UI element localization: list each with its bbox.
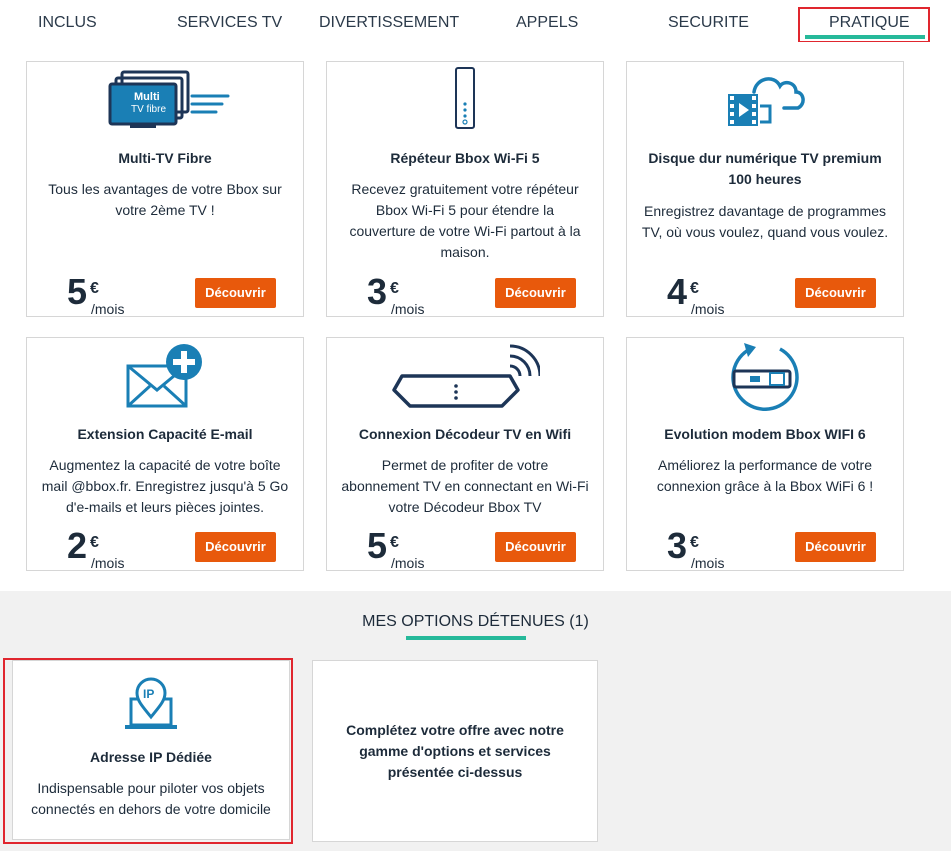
tab-securite[interactable]: SECURITE <box>668 14 749 32</box>
price-amount: 3 <box>667 525 688 566</box>
discover-button[interactable]: Découvrir <box>495 278 576 308</box>
section-title-underline <box>406 636 526 640</box>
option-price: 5 € /mois <box>67 271 124 318</box>
discover-button[interactable]: Découvrir <box>795 532 876 562</box>
option-description: Tous les avantages de votre Bbox sur vot… <box>48 181 282 218</box>
price-amount: 3 <box>367 271 388 312</box>
option-description: Recevez gratuitement votre répéteur Bbox… <box>349 181 581 260</box>
option-description: Permet de profiter de votre abonnement T… <box>341 457 589 515</box>
cloud-video-icon <box>627 66 903 134</box>
option-title: Connexion Décodeur TV en Wifi <box>358 426 572 442</box>
discover-button[interactable]: Découvrir <box>795 278 876 308</box>
option-title: Multi-TV Fibre <box>118 150 212 166</box>
discover-button[interactable]: Découvrir <box>495 532 576 562</box>
tab-services-tv[interactable]: SERVICES TV <box>177 14 282 32</box>
tab-divertissement[interactable]: DIVERTISSEMENT <box>319 14 459 32</box>
option-card-email: Extension Capacité E-mail Augmentez la c… <box>26 337 304 571</box>
option-description: Augmentez la capacité de votre boîte mai… <box>41 457 289 515</box>
promo-text: Complétez votre offre avec notre gamme d… <box>346 722 564 780</box>
svg-text:TV fibre: TV fibre <box>131 104 166 115</box>
promo-card: Complétez votre offre avec notre gamme d… <box>312 660 598 842</box>
price-period: /mois <box>391 555 425 571</box>
option-price: 2 € /mois <box>67 525 124 572</box>
option-price: 5 € /mois <box>367 525 424 572</box>
active-tab-highlight <box>798 7 930 43</box>
options-grid: Multi TV fibre Multi-TV Fibre Tous les a… <box>0 42 951 591</box>
price-amount: 5 <box>367 525 388 566</box>
option-card-decoder-wifi: Connexion Décodeur TV en Wifi Permet de … <box>326 337 604 571</box>
option-card-disque-dur: Disque dur numérique TV premium 100 heur… <box>626 61 904 317</box>
discover-button[interactable]: Découvrir <box>195 278 276 308</box>
price-amount: 4 <box>667 271 688 312</box>
option-card-modem-wifi6: Evolution modem Bbox WIFI 6 Améliorez la… <box>626 337 904 571</box>
price-period: /mois <box>91 555 125 571</box>
price-amount: 5 <box>67 271 88 312</box>
option-price: 3 € /mois <box>667 525 724 572</box>
price-amount: 2 <box>67 525 88 566</box>
modem-upgrade-icon <box>627 342 903 411</box>
option-title: Disque dur numérique TV premium 100 heur… <box>648 150 882 187</box>
owned-options-title: MES OPTIONS DÉTENUES (1) <box>362 613 589 630</box>
discover-button[interactable]: Découvrir <box>195 532 276 562</box>
wifi-repeater-icon <box>327 66 603 134</box>
option-price: 3 € /mois <box>367 271 424 318</box>
option-title: Répéteur Bbox Wi-Fi 5 <box>390 150 540 166</box>
price-period: /mois <box>691 555 725 571</box>
svg-text:Multi: Multi <box>134 91 160 103</box>
email-plus-icon <box>27 342 303 410</box>
option-title: Evolution modem Bbox WIFI 6 <box>664 426 866 442</box>
multi-tv-fibre-icon: Multi TV fibre <box>27 66 303 134</box>
price-period: /mois <box>691 301 725 317</box>
tab-inclus[interactable]: INCLUS <box>38 14 97 32</box>
tab-bar: INCLUS SERVICES TV DIVERTISSEMENT APPELS… <box>0 0 951 43</box>
option-description: Améliorez la performance de votre connex… <box>656 457 874 494</box>
price-period: /mois <box>91 301 125 317</box>
tv-decoder-wifi-icon <box>327 342 603 410</box>
option-card-multi-tv: Multi TV fibre Multi-TV Fibre Tous les a… <box>26 61 304 317</box>
tab-appels[interactable]: APPELS <box>516 14 578 32</box>
owned-option-highlight <box>3 658 293 844</box>
price-period: /mois <box>391 301 425 317</box>
option-description: Enregistrez davantage de programmes TV, … <box>641 203 889 240</box>
option-title: Extension Capacité E-mail <box>77 426 253 442</box>
option-card-wifi-repeater: Répéteur Bbox Wi-Fi 5 Recevez gratuiteme… <box>326 61 604 317</box>
option-price: 4 € /mois <box>667 271 724 318</box>
